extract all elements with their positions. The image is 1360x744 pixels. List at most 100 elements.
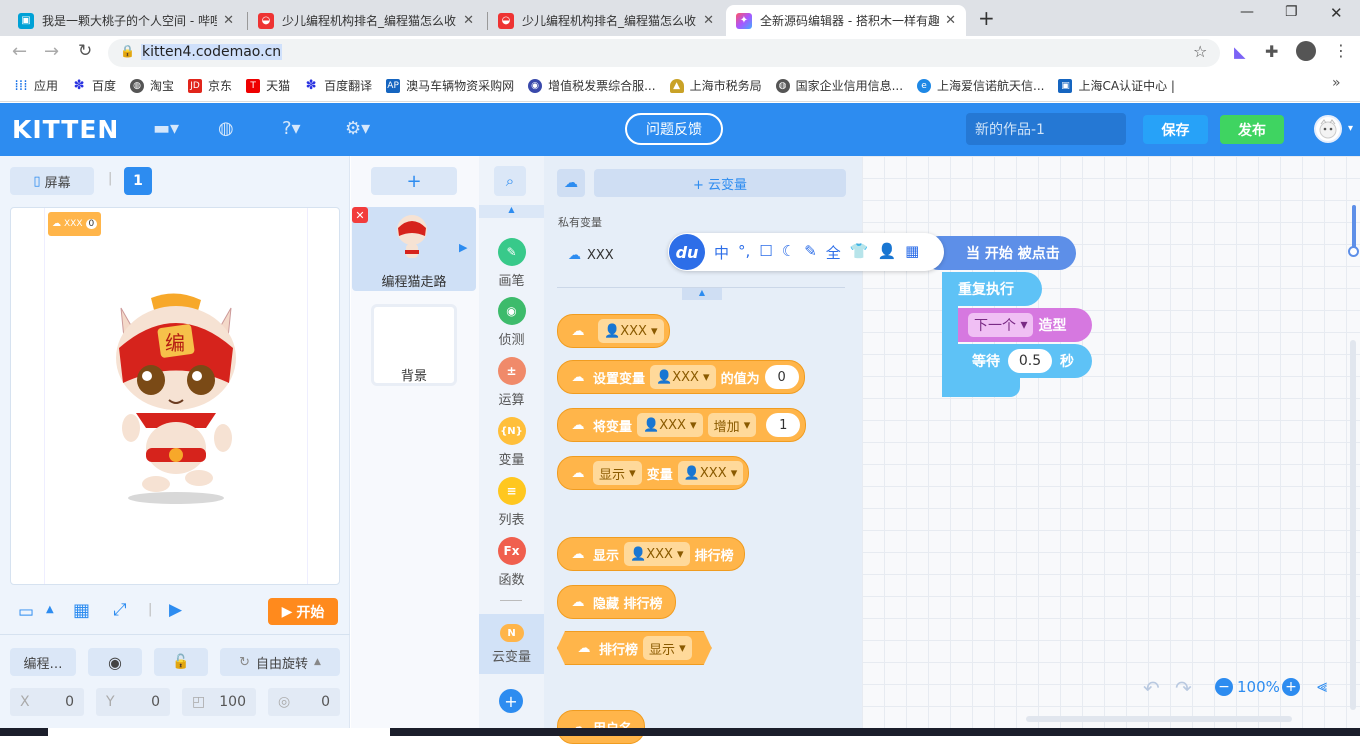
browser-tab-active[interactable]: ✦ 全新源码编辑器 - 搭积木一样有趣 ✕ — [726, 5, 966, 36]
new-tab-button[interactable]: + — [978, 6, 995, 30]
wait-seconds-block[interactable]: 等待 0.5 秒 — [958, 344, 1092, 378]
zoom-out-button[interactable]: − — [1215, 678, 1233, 696]
vertical-scrollbar[interactable] — [1350, 340, 1356, 710]
bookmark[interactable]: ◍ 国家企业信用信息... — [775, 77, 903, 94]
skin-icon[interactable]: 👕 — [850, 242, 869, 263]
more-bookmarks-icon[interactable]: » — [1332, 75, 1341, 91]
redo-icon[interactable]: ↷ — [1175, 676, 1192, 700]
browser-tab[interactable]: ◒ 少儿编程机构排名_编程猫怎么收 ✕ — [248, 5, 484, 36]
url-text[interactable]: kitten4.codemao.cn — [141, 44, 283, 60]
close-tab-icon[interactable]: ✕ — [223, 13, 234, 28]
next-costume-block[interactable]: 下一个 ▾ 造型 — [958, 308, 1092, 342]
add-sprite-button[interactable]: + — [371, 167, 457, 195]
category-sense[interactable]: ◉ 侦测 — [479, 297, 544, 348]
category-function[interactable]: Fx 函数 — [479, 537, 544, 588]
star-icon[interactable]: ☆ — [1193, 42, 1207, 61]
lock-open-icon[interactable]: 🔓 — [154, 648, 208, 676]
add-cloud-variable-button[interactable]: + 云变量 — [594, 169, 846, 197]
publish-button[interactable]: 发布 — [1220, 115, 1284, 144]
zoom-slider-knob[interactable] — [1348, 246, 1359, 257]
variable-monitor[interactable]: ☁ XXX 0 — [48, 212, 102, 236]
ime-toolbar[interactable]: du 中 °, ☐ ☾ ✎ 全 👕 👤 ▦ — [668, 233, 944, 271]
play-preview-icon[interactable]: ▶ — [169, 600, 182, 620]
bookmark[interactable]: ✽ 百度翻译 — [304, 77, 372, 94]
costume-dropdown[interactable]: 下一个 ▾ — [968, 313, 1034, 337]
ime-mode-button[interactable]: 中 — [714, 242, 729, 263]
close-tab-icon[interactable]: ✕ — [463, 13, 474, 28]
screen-button[interactable]: ▯ 屏幕 — [10, 167, 94, 195]
minimize-button[interactable]: — — [1240, 4, 1254, 20]
delete-sprite-icon[interactable]: ✕ — [352, 207, 368, 223]
bookmark[interactable]: ◉ 增值税发票综合服... — [528, 77, 656, 94]
eye-icon[interactable]: ◉ — [88, 648, 142, 676]
cloud-settings-icon[interactable]: ☁ — [557, 169, 585, 197]
y-field[interactable]: Y0 — [96, 688, 170, 716]
forward-icon[interactable]: → — [44, 41, 59, 62]
address-bar[interactable]: 🔒 kitten4.codemao.cn ☆ — [108, 39, 1220, 67]
var-dropdown[interactable]: 👤 XXX ▾ — [637, 413, 703, 437]
bookmark[interactable]: AP 澳马车辆物资采购网 — [386, 77, 514, 94]
phone-view-icon[interactable]: ▭ — [18, 602, 34, 622]
grid-menu-icon[interactable]: ▦ — [905, 242, 919, 263]
bookmark-apps[interactable]: ⁞⁞⁞ 应用 — [14, 77, 58, 94]
block-show-variable[interactable]: ☁ 显示 ▾ 变量 👤 XXX ▾ — [557, 456, 750, 490]
puzzle-icon[interactable]: ✚ — [1265, 42, 1278, 61]
close-window-button[interactable]: ✕ — [1330, 4, 1343, 22]
bookmark[interactable]: ▣ 上海CA认证中心 | — [1058, 77, 1175, 94]
reload-icon[interactable]: ↻ — [78, 41, 92, 61]
bookmark[interactable]: ✽ 百度 — [72, 77, 116, 94]
browser-tab[interactable]: ◒ 少儿编程机构排名_编程猫怎么收 ✕ — [488, 5, 724, 36]
block-show-leaderboard[interactable]: ☁ 显示 👤 XXX ▾ 排行榜 — [557, 537, 745, 571]
value-input[interactable]: 1 — [766, 413, 801, 437]
op-dropdown[interactable]: 增加 ▾ — [707, 413, 757, 437]
baidu-ime-logo[interactable]: du — [669, 234, 705, 270]
close-tab-icon[interactable]: ✕ — [945, 13, 956, 28]
extension-icon[interactable]: ◣ — [1234, 43, 1246, 61]
var-dropdown[interactable]: 👤 XXX ▾ — [650, 365, 716, 389]
save-button[interactable]: 保存 — [1143, 115, 1208, 144]
show-dropdown[interactable]: 显示 ▾ — [593, 461, 642, 485]
chevron-up-icon[interactable]: ▲ — [46, 604, 54, 615]
bookmark[interactable]: e 上海爱信诺航天信... — [917, 77, 1044, 94]
horizontal-scrollbar[interactable] — [1026, 716, 1292, 722]
settings-icon[interactable]: ⚙▾ — [345, 118, 370, 139]
stage-canvas[interactable]: ☁ XXX 0 编 — [10, 207, 340, 585]
category-variable[interactable]: {N} 变量 — [479, 417, 544, 468]
collapse-icon[interactable]: ▲ — [682, 288, 722, 300]
var-dropdown[interactable]: 👤 XXX ▾ — [677, 461, 744, 485]
start-button[interactable]: ▶ 开始 — [268, 598, 338, 625]
menu-icon[interactable]: ⋮ — [1333, 41, 1349, 60]
feedback-button[interactable]: 问题反馈 — [625, 113, 723, 145]
bookmark[interactable]: ▲ 上海市税务局 — [669, 77, 762, 94]
back-icon[interactable]: ← — [12, 41, 27, 62]
show-dropdown[interactable]: 显示 ▾ — [643, 636, 692, 660]
category-operator[interactable]: ± 运算 — [479, 357, 544, 408]
background-card[interactable]: 背景 — [371, 304, 457, 386]
align-blocks-icon[interactable]: ⫷ — [1317, 676, 1327, 697]
value-input[interactable]: 0 — [764, 365, 799, 389]
taskbar-search[interactable] — [48, 728, 390, 736]
bookmark[interactable]: JD 京东 — [188, 77, 232, 94]
size-field[interactable]: ◰ 100 — [182, 688, 256, 716]
sprite-card-selected[interactable]: ✕ ▶ 编程猫走路 — [352, 207, 476, 291]
maximize-button[interactable]: ❐ — [1285, 4, 1298, 20]
screen-count-badge[interactable]: 1 — [124, 167, 152, 195]
bookmark[interactable]: T 天猫 — [246, 77, 290, 94]
keyboard-icon[interactable]: ☐ — [759, 242, 772, 263]
bag-icon[interactable]: ◍ — [218, 118, 234, 139]
category-list[interactable]: ≡ 列表 — [479, 477, 544, 528]
user-icon[interactable]: 👤 — [877, 242, 896, 263]
when-start-clicked-block[interactable]: 当 开始 被点击 — [922, 236, 1076, 270]
help-icon[interactable]: ?▾ — [282, 118, 301, 139]
works-name-input[interactable]: 新的作品-1 — [966, 113, 1126, 145]
moon-icon[interactable]: ☾ — [782, 242, 795, 263]
chevron-right-icon[interactable]: ▶ — [459, 241, 467, 254]
wait-input[interactable]: 0.5 — [1008, 349, 1052, 373]
var-dropdown[interactable]: 👤 XXX ▾ — [598, 319, 664, 343]
var-dropdown[interactable]: 👤 XXX ▾ — [624, 542, 690, 566]
zoom-in-button[interactable]: + — [1282, 678, 1300, 696]
codemao-cat-sprite[interactable]: 编 — [101, 288, 251, 508]
punctuation-icon[interactable]: °, — [738, 242, 750, 263]
undo-icon[interactable]: ↶ — [1143, 676, 1160, 700]
search-icon[interactable]: ⌕ — [494, 166, 526, 196]
